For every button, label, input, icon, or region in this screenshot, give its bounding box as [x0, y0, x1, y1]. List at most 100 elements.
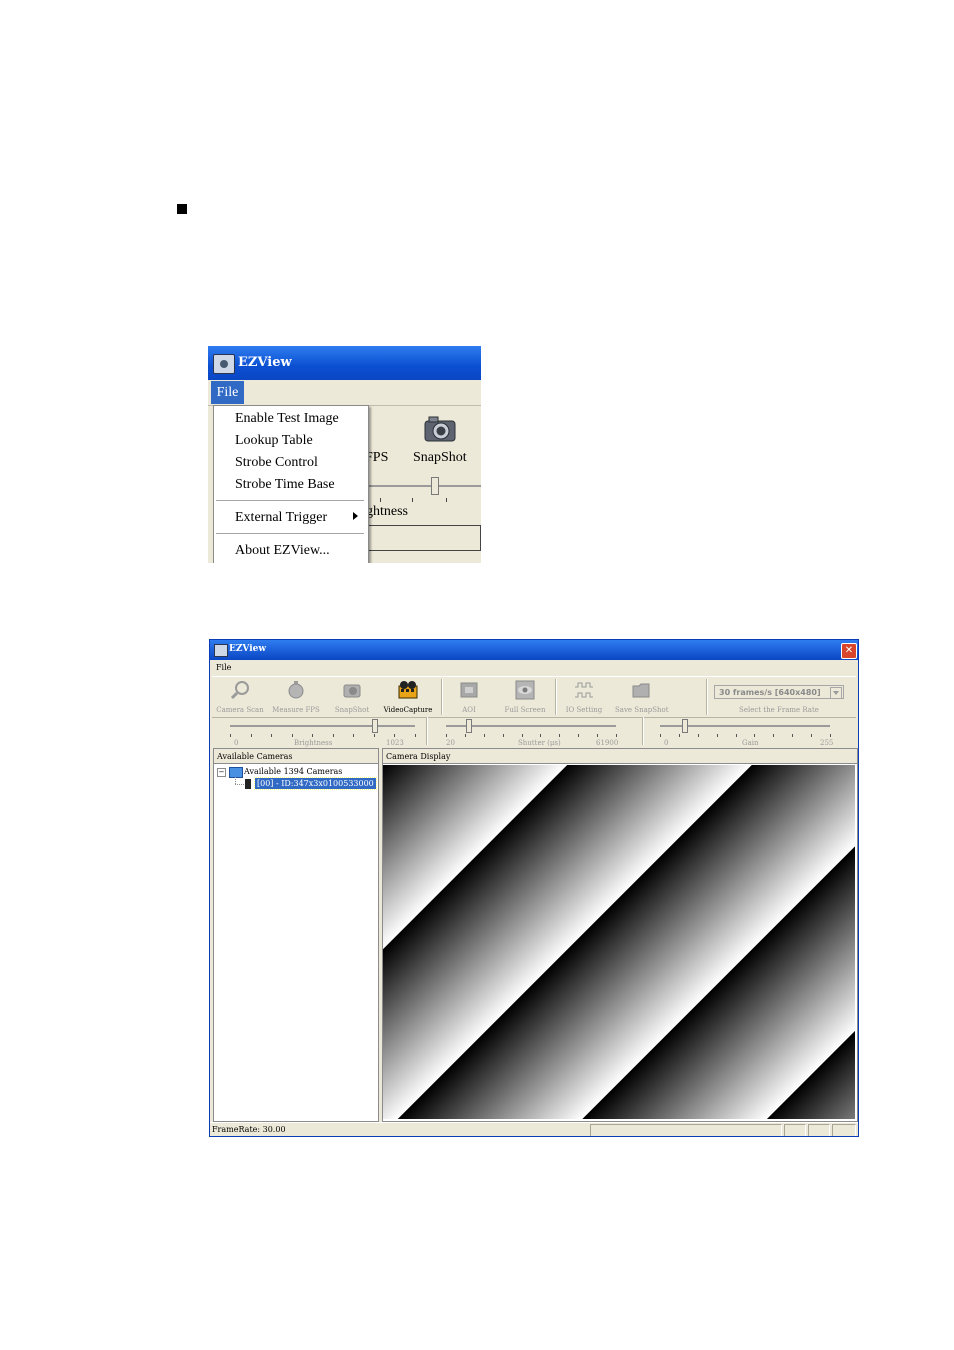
slider-tick [412, 498, 413, 502]
slider-tick [373, 734, 375, 737]
menu-item-about-ezview[interactable]: About EZView... [235, 543, 330, 559]
test-image-diagonal-gradient[interactable] [383, 765, 855, 1119]
stopwatch-icon [288, 681, 304, 699]
slider-tick [250, 734, 252, 737]
toolbar-divider [706, 679, 708, 715]
button-label: AOI [462, 706, 476, 714]
io-setting-button[interactable]: IO Setting [558, 677, 610, 717]
tree-connector [235, 777, 237, 784]
slider-tick [559, 734, 561, 737]
slider-thumb[interactable] [681, 719, 688, 733]
slider-tick [811, 734, 813, 737]
slider-tick [773, 734, 775, 737]
chevron-down-icon[interactable] [830, 687, 842, 699]
slider-tick [716, 734, 718, 737]
title-bar: EZView [208, 346, 481, 380]
brightness-label-partial: ghtness [366, 504, 408, 519]
status-cell [808, 1124, 830, 1136]
gain-slider[interactable]: 0 Gain 255 [654, 717, 844, 747]
camera-icon[interactable] [423, 414, 457, 444]
ezview-app-icon [214, 644, 228, 657]
panel-header-partial [368, 525, 481, 551]
title-bar: EZView ✕ [210, 640, 858, 660]
button-label: VideoCapture [383, 706, 433, 714]
menu-file[interactable]: File [211, 381, 244, 404]
slider-tick [754, 734, 756, 737]
status-frame-rate: FrameRate: 30.00 [212, 1125, 286, 1134]
brightness-slider[interactable]: 0 Brightness 1023 [224, 717, 424, 747]
menu-item-external-trigger[interactable]: External Trigger [235, 510, 327, 526]
menu-item-enable-test-image[interactable]: Enable Test Image [235, 411, 339, 427]
slider-tick [660, 734, 661, 737]
save-snapshot-button[interactable]: Save SnapShot [615, 677, 669, 717]
slider-thumb[interactable] [466, 719, 473, 733]
slider-divider [642, 717, 644, 745]
full-screen-button[interactable]: Full Screen [499, 677, 551, 717]
menu-bar: File [210, 660, 858, 675]
tree-collapse-icon[interactable]: − [217, 768, 226, 777]
window-title: EZView [229, 644, 267, 654]
menu-item-lookup-table[interactable]: Lookup Table [235, 433, 313, 449]
aoi-button[interactable]: AOI [443, 677, 495, 717]
status-cell [590, 1124, 782, 1136]
slider-max: 61900 [596, 739, 619, 747]
slider-tick [230, 734, 231, 737]
slider-tick [446, 734, 447, 737]
slider-tick [502, 734, 504, 737]
toolbar: Camera Scan Measure FPS SnapShot VideoCa… [212, 676, 856, 718]
aoi-icon [460, 682, 478, 698]
slider-tick [271, 734, 273, 737]
button-label: Save SnapShot [615, 706, 669, 714]
slider-divider [426, 717, 428, 745]
close-button[interactable]: ✕ [841, 643, 857, 659]
tree-connector [235, 784, 244, 786]
snapshot-button[interactable]: SnapShot [326, 677, 378, 717]
brightness-slider-track[interactable] [368, 485, 481, 487]
slider-min: 20 [446, 739, 455, 747]
menu-item-strobe-control[interactable]: Strobe Control [235, 455, 318, 471]
slider-thumb[interactable] [372, 719, 379, 733]
slider-tick [415, 734, 416, 737]
available-cameras-panel: Available Cameras − Available 1394 Camer… [213, 748, 379, 1122]
slider-tick [792, 734, 794, 737]
button-label: Measure FPS [272, 706, 320, 714]
tree-root-label[interactable]: Available 1394 Cameras [244, 767, 342, 776]
ezview-window-menu-crop: EZView File FPS SnapShot ghtness Enable … [208, 346, 481, 563]
frame-rate-select[interactable]: 30 frames/s [640x480] [714, 685, 844, 699]
submenu-arrow-icon [353, 512, 358, 520]
gpio-icon [575, 682, 593, 698]
slider-track[interactable] [230, 725, 415, 727]
slider-max: 255 [820, 739, 834, 747]
status-bar: FrameRate: 30.00 [210, 1122, 858, 1136]
measure-fps-button[interactable]: Measure FPS [270, 677, 322, 717]
slider-min: 0 [664, 739, 669, 747]
slider-min: 0 [234, 739, 239, 747]
video-capture-button[interactable]: VideoCapture [382, 677, 434, 717]
button-label: Camera Scan [216, 706, 264, 714]
slider-tick [521, 734, 523, 737]
slider-tick [483, 734, 485, 737]
slider-tick [394, 734, 396, 737]
slider-tick [830, 734, 831, 737]
slider-tick [697, 734, 699, 737]
ezview-main-window: EZView ✕ File Camera Scan Measure FPS Sn [209, 639, 859, 1137]
slider-tick [291, 734, 293, 737]
slider-tick [353, 734, 355, 737]
brightness-slider-thumb[interactable] [431, 477, 439, 495]
slider-tick [678, 734, 680, 737]
status-cell [832, 1124, 856, 1136]
camera-device-icon [245, 779, 251, 789]
tree-item-camera[interactable]: [00] - ID:347x3x0100533000 [254, 777, 377, 790]
panel-title: Camera Display [383, 749, 857, 764]
menu-item-strobe-time-base[interactable]: Strobe Time Base [235, 477, 335, 493]
snapshot-button-label[interactable]: SnapShot [413, 450, 467, 466]
folder-icon [632, 683, 650, 698]
slider-max: 1023 [386, 739, 404, 747]
shutter-slider[interactable]: 20 Shutter (μs) 61900 [440, 717, 630, 747]
slider-name: Gain [742, 739, 759, 747]
window-title: EZView [238, 355, 292, 370]
ezview-app-icon [213, 354, 235, 374]
camera-scan-button[interactable]: Camera Scan [214, 677, 266, 717]
menu-file[interactable]: File [216, 663, 231, 672]
film-reel-icon [398, 681, 418, 699]
